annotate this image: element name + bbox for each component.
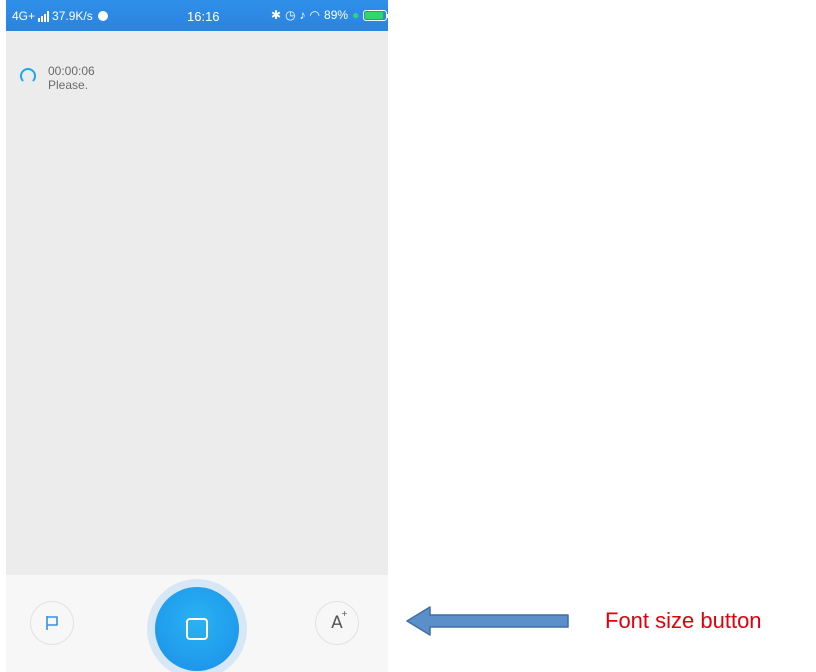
record-stop-button[interactable] — [155, 587, 239, 671]
page: 4G+ 37.9K/s 16:16 ✱ ◷ ♪ ◠ 89% ● 00:00:06… — [0, 0, 816, 672]
bottom-toolbar: A + — [6, 575, 388, 672]
charging-icon: ● — [352, 8, 360, 22]
annotation-label: Font size button — [605, 608, 762, 633]
transcript-text-block: 00:00:06 Please. — [48, 64, 95, 92]
status-time: 16:16 — [187, 9, 220, 24]
wifi-icon: ◠ — [309, 8, 321, 22]
signal-icon — [38, 10, 50, 22]
notification-dot-icon — [97, 11, 108, 21]
battery-icon — [363, 9, 388, 21]
transcript-entry: 00:00:06 Please. — [20, 64, 95, 92]
flag-icon — [46, 616, 58, 630]
status-right: ✱ ◷ ♪ ◠ 89% ● — [271, 8, 388, 22]
font-size-plus: + — [341, 609, 348, 618]
flag-button[interactable] — [30, 601, 74, 645]
stop-icon — [186, 618, 208, 640]
phone-screen: 4G+ 37.9K/s 16:16 ✱ ◷ ♪ ◠ 89% ● 00:00:06… — [6, 0, 388, 672]
left-arrow-icon — [406, 606, 569, 636]
bluetooth-icon: ✱ — [271, 8, 282, 22]
network-type: 4G+ — [12, 9, 36, 23]
font-size-icon: A + — [331, 609, 348, 633]
status-bar: 4G+ 37.9K/s 16:16 ✱ ◷ ♪ ◠ 89% ● — [6, 0, 388, 31]
font-size-button[interactable]: A + — [315, 601, 359, 645]
battery-fill — [365, 11, 384, 19]
transcript-timestamp: 00:00:06 — [48, 64, 95, 78]
network-speed: 37.9K/s — [52, 9, 93, 23]
loading-spinner-icon — [20, 68, 36, 84]
status-left: 4G+ 37.9K/s — [12, 9, 108, 23]
silent-icon: ♪ — [299, 8, 306, 22]
battery-percent: 89% — [324, 8, 349, 22]
alarm-icon: ◷ — [285, 8, 296, 22]
transcript-text: Please. — [48, 78, 89, 92]
